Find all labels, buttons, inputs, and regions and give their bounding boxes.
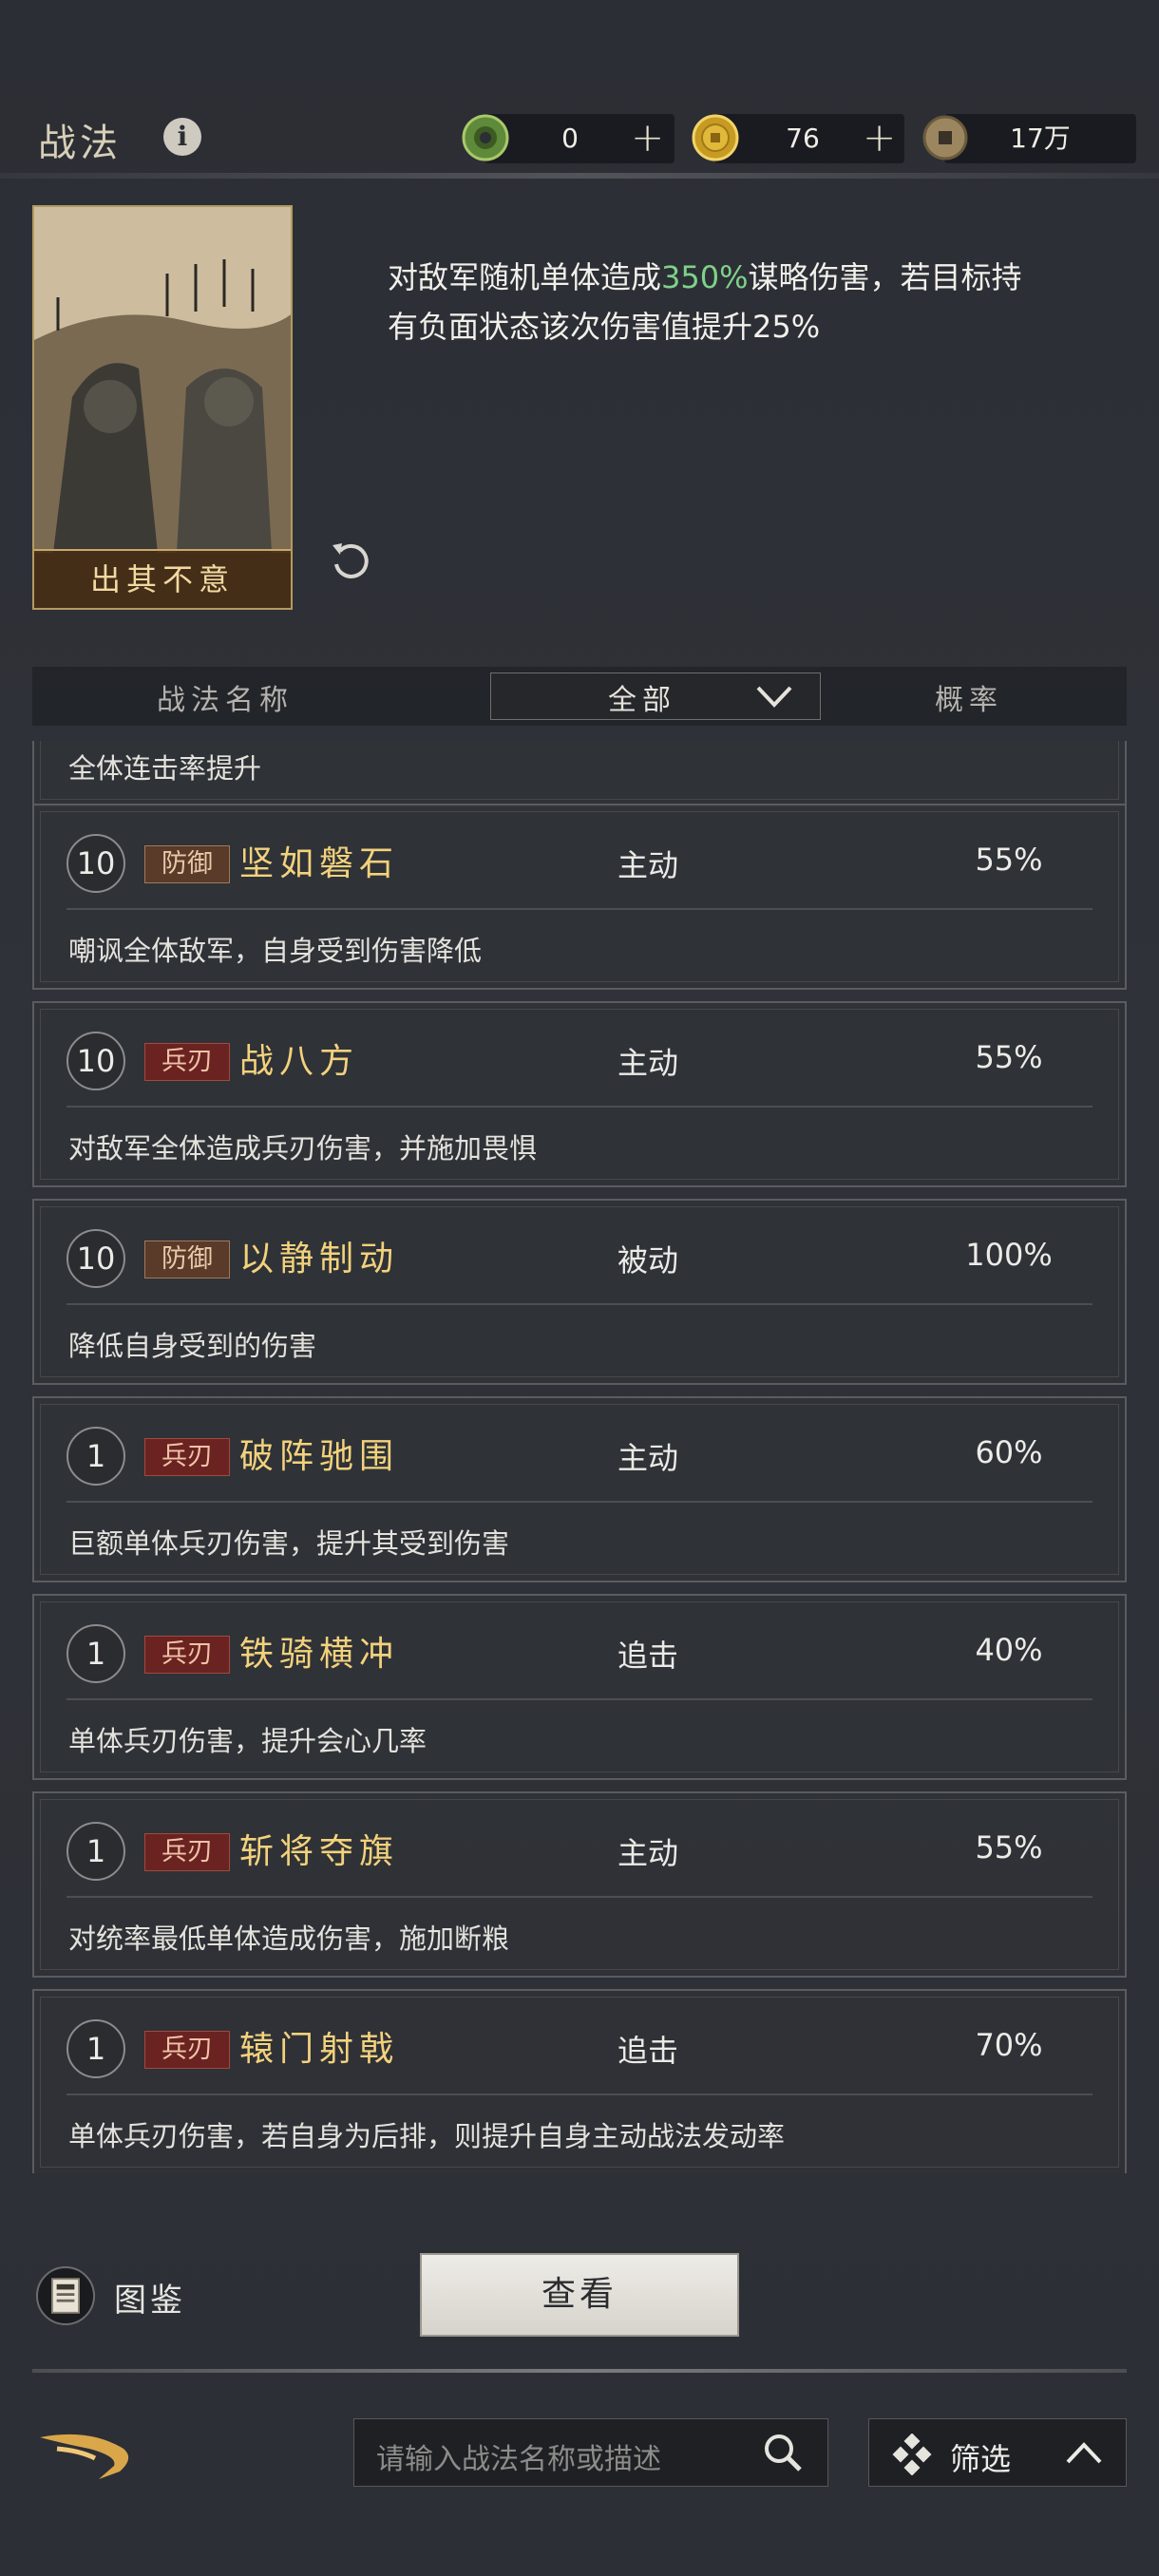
skill-level: 1 xyxy=(66,1427,125,1486)
skill-level: 1 xyxy=(66,1624,125,1683)
skill-type: 主动 xyxy=(618,1440,679,1476)
skill-rate: 55% xyxy=(975,842,1043,878)
skill-card-art xyxy=(34,207,291,553)
skill-card[interactable]: 出其不意 xyxy=(32,205,293,610)
skill-level: 10 xyxy=(66,834,125,893)
skill-level: 1 xyxy=(66,1822,125,1881)
list-item[interactable]: 1 兵刃 斩将夺旗 主动 55% 对统率最低单体造成伤害，施加断粮 xyxy=(32,1791,1127,1978)
skill-tag: 防御 xyxy=(144,845,230,883)
currency-jade-value: 0 xyxy=(561,123,579,154)
skill-level: 1 xyxy=(66,2019,125,2078)
skill-tag: 兵刃 xyxy=(144,1636,230,1674)
skill-type: 主动 xyxy=(618,1045,679,1081)
atlas-label[interactable]: 图鉴 xyxy=(114,2274,186,2320)
skill-level: 10 xyxy=(66,1032,125,1090)
header-divider xyxy=(0,173,1159,179)
skill-description: 对敌军随机单体造成350%谋略伤害，若目标持有负面状态该次伤害值提升25% xyxy=(388,259,1022,345)
skill-type: 追击 xyxy=(618,2033,679,2069)
atlas-book-icon[interactable] xyxy=(36,2266,95,2325)
skill-name: 辕门射戟 xyxy=(239,2030,400,2069)
info-icon[interactable]: i xyxy=(163,118,201,156)
skill-damage-value: 350% xyxy=(661,259,749,295)
row-divider xyxy=(66,1106,1092,1108)
skill-list[interactable]: 全体连击率提升 10 防御 坚如磐石 主动 55% 嘲讽全体敌军，自身受到伤害降… xyxy=(32,741,1127,2173)
skill-name: 以静制动 xyxy=(239,1240,400,1279)
skill-row-desc: 降低自身受到的伤害 xyxy=(68,1330,317,1362)
gold-coin-icon xyxy=(692,114,739,161)
skill-name: 铁骑横冲 xyxy=(239,1635,400,1674)
chevron-up-icon[interactable] xyxy=(1062,2439,1106,2468)
skill-type: 追击 xyxy=(618,1638,679,1674)
row-divider xyxy=(66,1501,1092,1503)
list-item[interactable]: 1 兵刃 辕门射戟 追击 70% 单体兵刃伤害，若自身为后排，则提升自身主动战法… xyxy=(32,1989,1127,2173)
skill-row-desc: 单体兵刃伤害，若自身为后排，则提升自身主动战法发动率 xyxy=(68,2120,786,2152)
list-item[interactable]: 10 兵刃 战八方 主动 55% 对敌军全体造成兵刃伤害，并施加畏惧 xyxy=(32,1001,1127,1187)
skill-rate: 40% xyxy=(975,1632,1043,1668)
skill-type: 被动 xyxy=(618,1242,679,1279)
row-divider xyxy=(66,1303,1092,1305)
skill-name: 坚如磐石 xyxy=(239,844,400,883)
list-item[interactable]: 10 防御 坚如磐石 主动 55% 嘲讽全体敌军，自身受到伤害降低 xyxy=(32,804,1127,990)
skill-tag: 兵刃 xyxy=(144,2031,230,2069)
skill-row-desc: 全体连击率提升 xyxy=(68,752,262,785)
skill-rate: 100% xyxy=(965,1237,1053,1273)
view-button[interactable]: 查看 xyxy=(420,2253,739,2337)
refresh-icon[interactable] xyxy=(327,538,372,583)
list-item[interactable]: 1 兵刃 铁骑横冲 追击 40% 单体兵刃伤害，提升会心几率 xyxy=(32,1594,1127,1780)
type-filter-selected[interactable]: 全部 xyxy=(608,676,676,718)
row-divider xyxy=(66,1698,1092,1700)
row-divider xyxy=(66,908,1092,910)
skill-tag: 防御 xyxy=(144,1241,230,1279)
jade-coin-icon xyxy=(462,114,509,161)
chevron-down-icon[interactable] xyxy=(752,680,796,712)
skill-name: 斩将夺旗 xyxy=(239,1832,400,1871)
skill-tag: 兵刃 xyxy=(144,1438,230,1476)
list-item[interactable]: 1 兵刃 破阵驰围 主动 60% 巨额单体兵刃伤害，提升其受到伤害 xyxy=(32,1396,1127,1582)
column-rate[interactable]: 概率 xyxy=(935,676,1003,718)
skill-row-desc: 嘲讽全体敌军，自身受到伤害降低 xyxy=(68,935,483,967)
skill-row-desc: 对敌军全体造成兵刃伤害，并施加畏惧 xyxy=(68,1132,538,1165)
filter-icon[interactable] xyxy=(891,2434,933,2475)
skill-row-desc: 单体兵刃伤害，提升会心几率 xyxy=(68,1725,428,1757)
add-jade-button[interactable]: + xyxy=(631,114,664,161)
skill-rate: 60% xyxy=(975,1434,1043,1470)
copper-coin-icon xyxy=(922,115,968,161)
currency-gold-value: 76 xyxy=(786,123,820,154)
list-item[interactable]: 10 防御 以静制动 被动 100% 降低自身受到的伤害 xyxy=(32,1199,1127,1385)
row-divider xyxy=(66,1896,1092,1898)
skill-type: 主动 xyxy=(618,847,679,883)
row-divider xyxy=(66,2093,1092,2095)
skill-name: 战八方 xyxy=(239,1042,360,1081)
skill-name: 破阵驰围 xyxy=(239,1437,400,1476)
add-gold-button[interactable]: + xyxy=(863,114,896,161)
search-placeholder[interactable]: 请输入战法名称或描述 xyxy=(376,2435,661,2477)
skill-tag: 兵刃 xyxy=(144,1833,230,1871)
page-title: 战法 xyxy=(38,122,122,165)
skill-row-desc: 对统率最低单体造成伤害，施加断粮 xyxy=(68,1923,510,1955)
back-arrow-icon[interactable] xyxy=(32,2424,139,2485)
skill-row-desc: 巨额单体兵刃伤害，提升其受到伤害 xyxy=(68,1527,510,1560)
search-icon[interactable] xyxy=(760,2430,806,2475)
skill-type: 主动 xyxy=(618,1835,679,1871)
skill-level: 10 xyxy=(66,1229,125,1288)
list-item[interactable]: 全体连击率提升 xyxy=(32,741,1127,807)
skill-rate: 55% xyxy=(975,1829,1043,1866)
skill-tag: 兵刃 xyxy=(144,1043,230,1081)
filter-label[interactable]: 筛选 xyxy=(950,2435,1011,2479)
currency-copper-value: 17万 xyxy=(1010,123,1071,154)
column-skill-name[interactable]: 战法名称 xyxy=(157,676,294,718)
skill-rate: 70% xyxy=(975,2027,1043,2063)
skill-card-name: 出其不意 xyxy=(34,549,291,608)
bottom-divider xyxy=(32,2369,1127,2373)
skill-rate: 55% xyxy=(975,1039,1043,1075)
